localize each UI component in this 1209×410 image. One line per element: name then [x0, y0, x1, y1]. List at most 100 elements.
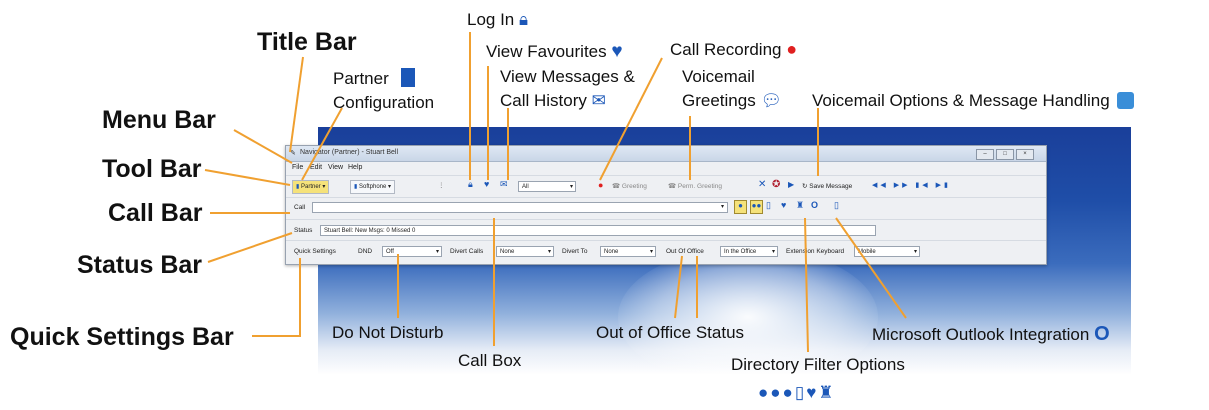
callout-voicemail-options: Voicemail Options & Message Handling [812, 91, 1135, 110]
call-dropdown-icon[interactable]: ▾ [721, 203, 724, 210]
divert-to-select[interactable]: None [600, 246, 656, 258]
filter-group-icon[interactable]: ●● [750, 200, 763, 214]
quick-settings-bar: Quick Settings DND Off Divert Calls None… [286, 241, 1046, 263]
greeting-button[interactable]: ☎ Greeting [612, 182, 647, 190]
menu-edit[interactable]: Edit [310, 164, 322, 171]
delete-icon[interactable]: ✕ [758, 179, 766, 190]
callout-menu-bar: Menu Bar [102, 106, 216, 134]
call-label: Call [294, 204, 306, 211]
callout-out-of-office: Out of Office Status [596, 323, 745, 342]
heart-icon: ♥ [611, 41, 623, 62]
dnd-label: DND [358, 248, 373, 255]
softphone-button[interactable]: ▮ Softphone ▾ [350, 180, 396, 194]
envelope-icon: ✉ [591, 91, 606, 110]
partner-label: Partner [300, 184, 321, 190]
menu-bar: File Edit View Help [286, 162, 1046, 174]
filter-favourites-icon[interactable]: ♥ [781, 200, 786, 210]
partner-icon: ▮ [296, 184, 300, 190]
media-controls[interactable]: ◀◀ ▶▶ ▮◀ ▶▮ [872, 181, 951, 189]
title-bar[interactable]: ✎ Navigator (Partner) - Stuart Bell – □ … [286, 146, 1046, 162]
document-icon: ▯ [794, 383, 807, 402]
leader-quick-settings-bar [252, 258, 301, 337]
divert-to-label: Divert To [562, 248, 588, 255]
voicemail-options-icon [1117, 91, 1135, 109]
view-favourites-text: View Favourites [486, 42, 607, 61]
group-icon: ●● [770, 383, 795, 402]
messages-icon[interactable]: ✉ [500, 179, 508, 190]
log-in-text: Log In [467, 10, 515, 29]
perm-greeting-button[interactable]: ☎ Perm. Greeting [668, 182, 722, 190]
filter-contacts-icon[interactable]: ♜ [796, 200, 804, 211]
speech-bubble-icon: 💬︎ [760, 91, 783, 110]
callout-view-messages: Call History ✉ [500, 92, 606, 109]
status-bar: Status Stuart Bell: New Msgs: 0 Missed 0 [286, 220, 1046, 241]
view-messages-line2: Call History [500, 91, 587, 110]
voicemail-icon[interactable]: ✪ [772, 179, 780, 190]
call-bar: Call ▾ ● ●● ▯ ♥ ♜ O ▯ [286, 197, 1046, 220]
outlook-text: Microsoft Outlook Integration [872, 325, 1090, 344]
maximize-button[interactable]: □ [996, 149, 1014, 160]
voicemail-options-text: Voicemail Options & Message Handling [812, 91, 1110, 110]
divert-calls-select[interactable]: None [496, 246, 554, 258]
callout-call-box: Call Box [458, 351, 522, 370]
call-recording-text: Call Recording [670, 40, 782, 59]
leader-menu-bar [233, 129, 293, 164]
lock-icon: 🔒︎ [519, 10, 529, 29]
out-of-office-select[interactable]: In the Office [720, 246, 778, 258]
save-message-label: Save Message [809, 183, 853, 190]
callout-view-favourites: View Favourites ♥ [486, 42, 623, 61]
quick-settings-label: Quick Settings [294, 248, 336, 255]
leader-status-bar [207, 232, 293, 263]
messages-filter-select[interactable]: All [518, 181, 576, 193]
save-message-button[interactable]: ↻ Save Message [802, 182, 852, 190]
notes-icon[interactable]: ▯ [834, 200, 839, 211]
window-title: Navigator (Partner) - Stuart Bell [300, 149, 399, 156]
partner-button[interactable]: ▮ Partner ▾ [292, 180, 330, 194]
favourites-filter-icon: ♥ [806, 383, 819, 402]
voicemail-greetings-line2: Greetings [682, 91, 756, 110]
callout-tool-bar: Tool Bar [102, 155, 202, 183]
filter-user-icon[interactable]: ● [734, 200, 747, 214]
callout-voicemail-greetings: Greetings 💬︎ [682, 92, 782, 109]
callout-log-in: Log In 🔒︎ [467, 11, 528, 28]
out-of-office-label: Out Of Office [666, 248, 704, 255]
play-icon[interactable]: ▶ [788, 180, 794, 189]
softphone-label: Softphone [358, 184, 387, 190]
callout-quick-settings-bar: Quick Settings Bar [10, 323, 234, 351]
toolbar-separator: ⋮ [438, 182, 445, 189]
divert-calls-label: Divert Calls [450, 248, 484, 255]
close-button[interactable]: × [1016, 149, 1034, 160]
callout-outlook: Microsoft Outlook Integration O [872, 324, 1110, 344]
menu-file[interactable]: File [292, 164, 303, 171]
dnd-select[interactable]: Off [382, 246, 442, 258]
leader-title-bar [289, 56, 304, 153]
favourites-icon[interactable]: ♥ [484, 179, 489, 189]
navigator-window: ✎ Navigator (Partner) - Stuart Bell – □ … [285, 145, 1047, 265]
tool-bar: ▮ Partner ▾ ▮ Softphone ▾ ⋮ 🔒︎ ♥ ✉ All ●… [286, 175, 1046, 198]
callout-status-bar: Status Bar [77, 251, 203, 279]
call-recording-icon[interactable]: ● [598, 180, 603, 190]
call-box-input[interactable] [312, 202, 728, 213]
menu-help[interactable]: Help [348, 164, 362, 171]
callout-call-recording: Call Recording ● [670, 40, 797, 58]
callout-partner-config: Partner [333, 68, 416, 88]
softphone-icon: ▮ [354, 184, 358, 190]
status-field[interactable]: Stuart Bell: New Msgs: 0 Missed 0 [320, 225, 876, 236]
login-icon[interactable]: 🔒︎ [468, 179, 473, 190]
extension-label: Extension Keyboard [786, 248, 845, 255]
voicemail-greetings-line1: Voicemail [682, 67, 755, 86]
partner-config-line2: Configuration [333, 93, 435, 112]
leader-tool-bar [204, 169, 291, 186]
callout-do-not-disturb: Do Not Disturb [332, 323, 444, 342]
outlook-icon[interactable]: O [811, 200, 818, 210]
extension-select[interactable]: Mobile [854, 246, 920, 258]
partner-config-icon [401, 68, 416, 88]
filter-document-icon[interactable]: ▯ [766, 200, 771, 211]
menu-view[interactable]: View [328, 164, 343, 171]
minimize-button[interactable]: – [976, 149, 994, 160]
record-dot-icon: ● [786, 39, 798, 59]
directory-filter-icons: ●●●▯♥♜ [758, 384, 836, 401]
user-icon: ● [758, 383, 771, 402]
view-messages-line1: View Messages & [500, 67, 635, 86]
app-icon: ✎ [290, 150, 296, 157]
